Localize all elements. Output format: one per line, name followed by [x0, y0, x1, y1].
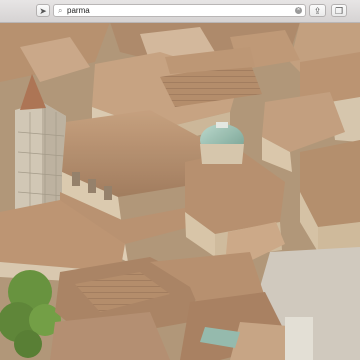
- toolbar: ➤ ⌕ × ⇪ ❐: [0, 0, 360, 23]
- clear-x-icon[interactable]: ×: [295, 7, 302, 14]
- current-location-button[interactable]: ➤: [36, 4, 50, 17]
- search-input[interactable]: [67, 5, 287, 16]
- flyover-scene: [0, 22, 360, 360]
- location-arrow-icon: ➤: [39, 6, 47, 16]
- search-field[interactable]: ⌕ ×: [53, 4, 306, 17]
- share-icon: ⇪: [313, 6, 322, 16]
- map-view[interactable]: [0, 22, 360, 360]
- bookmark-icon: ❐: [334, 6, 344, 16]
- share-button[interactable]: ⇪: [309, 4, 326, 17]
- magnifier-icon: ⌕: [58, 6, 63, 15]
- bookmark-button[interactable]: ❐: [331, 4, 347, 17]
